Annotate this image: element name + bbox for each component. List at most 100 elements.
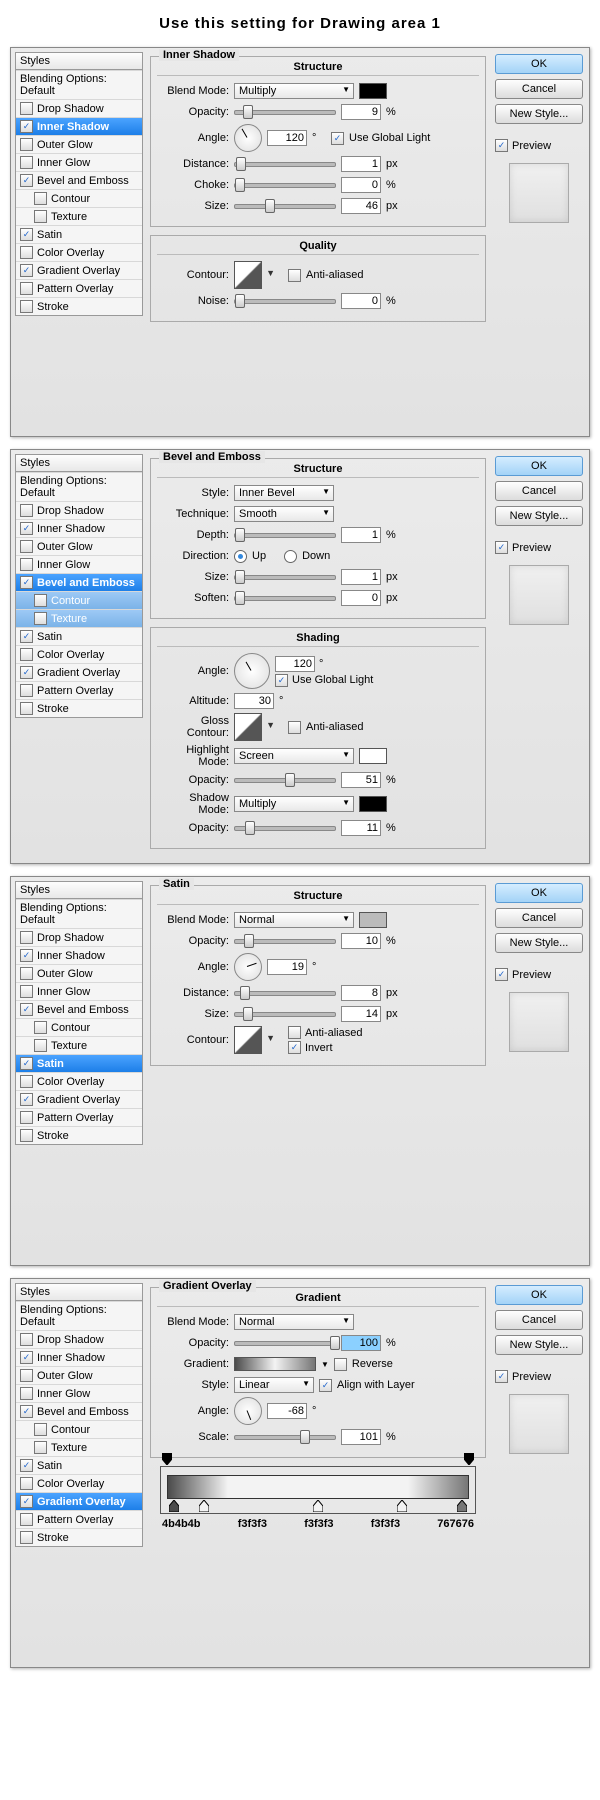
new-style-button[interactable]: New Style... [495, 1335, 583, 1355]
subsection-structure: Structure [157, 61, 479, 76]
checkbox-inner-shadow[interactable] [20, 120, 33, 133]
checkbox-drop-shadow[interactable] [20, 102, 33, 115]
style-inner-shadow[interactable]: Inner Shadow [16, 117, 142, 135]
antialias-checkbox[interactable] [288, 1026, 301, 1039]
opacity-value[interactable]: 100 [341, 1335, 381, 1351]
choke-slider[interactable] [234, 183, 336, 188]
opacity-slider[interactable] [234, 110, 336, 115]
style-bevel-emboss[interactable]: Bevel and Emboss [16, 573, 142, 591]
gradient-stop[interactable] [199, 1500, 209, 1512]
gradient-editor[interactable] [160, 1466, 476, 1514]
style-gradient-overlay[interactable]: Gradient Overlay [16, 1492, 142, 1510]
use-global-light-checkbox[interactable] [275, 674, 288, 687]
blend-mode-dropdown[interactable]: Normal [234, 912, 354, 928]
align-checkbox[interactable] [319, 1379, 332, 1392]
preview-swatch [509, 163, 569, 223]
style-texture[interactable]: Texture [16, 207, 142, 225]
style-stroke[interactable]: Stroke [16, 297, 142, 315]
angle-dial[interactable] [234, 1397, 262, 1425]
dialog-inner-shadow: Styles Blending Options: Default Drop Sh… [10, 47, 590, 437]
preview-swatch [509, 565, 569, 625]
style-bevel-emboss[interactable]: Bevel and Emboss [16, 171, 142, 189]
direction-down-radio[interactable] [284, 550, 297, 563]
style-texture[interactable]: Texture [16, 609, 142, 627]
style-pattern-overlay[interactable]: Pattern Overlay [16, 279, 142, 297]
antialias-checkbox[interactable] [288, 269, 301, 282]
technique-dropdown[interactable]: Smooth [234, 506, 334, 522]
gradient-stop[interactable] [457, 1500, 467, 1512]
new-style-button[interactable]: New Style... [495, 104, 583, 124]
shadow-opacity-slider[interactable] [234, 826, 336, 831]
blend-mode-dropdown[interactable]: Normal [234, 1314, 354, 1330]
highlight-opacity-slider[interactable] [234, 778, 336, 783]
style-satin[interactable]: Satin [16, 1054, 142, 1072]
preview-swatch [509, 1394, 569, 1454]
gradient-stop[interactable] [397, 1500, 407, 1512]
antialias-checkbox[interactable] [288, 721, 301, 734]
opacity-value[interactable]: 9 [341, 104, 381, 120]
ok-button[interactable]: OK [495, 1285, 583, 1305]
angle-dial[interactable] [234, 953, 262, 981]
gradient-stop[interactable] [313, 1500, 323, 1512]
highlight-color-swatch[interactable] [359, 748, 387, 764]
direction-up-radio[interactable] [234, 550, 247, 563]
invert-checkbox[interactable] [288, 1041, 301, 1054]
section-title: Inner Shadow [159, 49, 239, 61]
new-style-button[interactable]: New Style... [495, 933, 583, 953]
style-gradient-overlay[interactable]: Gradient Overlay [16, 261, 142, 279]
new-style-button[interactable]: New Style... [495, 506, 583, 526]
bevel-style-dropdown[interactable]: Inner Bevel [234, 485, 334, 501]
color-swatch[interactable] [359, 83, 387, 99]
cancel-button[interactable]: Cancel [495, 908, 583, 928]
dialog-gradient-overlay: Styles Blending Options: Default Drop Sh… [10, 1278, 590, 1668]
angle-dial[interactable] [234, 124, 262, 152]
highlight-mode-dropdown[interactable]: Screen [234, 748, 354, 764]
distance-slider[interactable] [234, 162, 336, 167]
size-slider[interactable] [234, 575, 336, 580]
size-slider[interactable] [234, 204, 336, 209]
cancel-button[interactable]: Cancel [495, 481, 583, 501]
style-color-overlay[interactable]: Color Overlay [16, 243, 142, 261]
color-swatch[interactable] [359, 912, 387, 928]
style-contour[interactable]: Contour [16, 591, 142, 609]
contour-picker[interactable] [234, 1026, 262, 1054]
reverse-checkbox[interactable] [334, 1358, 347, 1371]
contour-picker[interactable] [234, 261, 262, 289]
cancel-button[interactable]: Cancel [495, 79, 583, 99]
style-contour[interactable]: Contour [16, 189, 142, 207]
size-slider[interactable] [234, 1012, 336, 1017]
ok-button[interactable]: OK [495, 883, 583, 903]
preview-checkbox[interactable] [495, 139, 508, 152]
ok-button[interactable]: OK [495, 456, 583, 476]
use-global-light-checkbox[interactable] [331, 132, 344, 145]
style-outer-glow[interactable]: Outer Glow [16, 135, 142, 153]
shadow-color-swatch[interactable] [359, 796, 387, 812]
style-inner-glow[interactable]: Inner Glow [16, 153, 142, 171]
blending-options[interactable]: Blending Options: Default [16, 70, 142, 99]
scale-slider[interactable] [234, 1435, 336, 1440]
angle-dial[interactable] [234, 653, 270, 689]
opacity-slider[interactable] [234, 1341, 336, 1346]
dialog-satin: Styles Blending Options: Default Drop Sh… [10, 876, 590, 1266]
depth-slider[interactable] [234, 533, 336, 538]
gradient-bar[interactable] [167, 1475, 469, 1499]
soften-slider[interactable] [234, 596, 336, 601]
styles-header: Styles [16, 53, 142, 70]
style-satin[interactable]: Satin [16, 225, 142, 243]
angle-value[interactable]: 120 [267, 130, 307, 146]
opacity-slider[interactable] [234, 939, 336, 944]
gradient-style-dropdown[interactable]: Linear [234, 1377, 314, 1393]
blend-mode-dropdown[interactable]: Multiply [234, 83, 354, 99]
gradient-picker[interactable] [234, 1357, 316, 1371]
gloss-contour-picker[interactable] [234, 713, 262, 741]
noise-slider[interactable] [234, 299, 336, 304]
page-title: Use this setting for Drawing area 1 [10, 15, 590, 32]
style-drop-shadow[interactable]: Drop Shadow [16, 99, 142, 117]
subsection-quality: Quality [157, 240, 479, 255]
distance-slider[interactable] [234, 991, 336, 996]
shadow-mode-dropdown[interactable]: Multiply [234, 796, 354, 812]
cancel-button[interactable]: Cancel [495, 1310, 583, 1330]
gradient-stop[interactable] [169, 1500, 179, 1512]
ok-button[interactable]: OK [495, 54, 583, 74]
dialog-bevel-emboss: Styles Blending Options: Default Drop Sh… [10, 449, 590, 864]
